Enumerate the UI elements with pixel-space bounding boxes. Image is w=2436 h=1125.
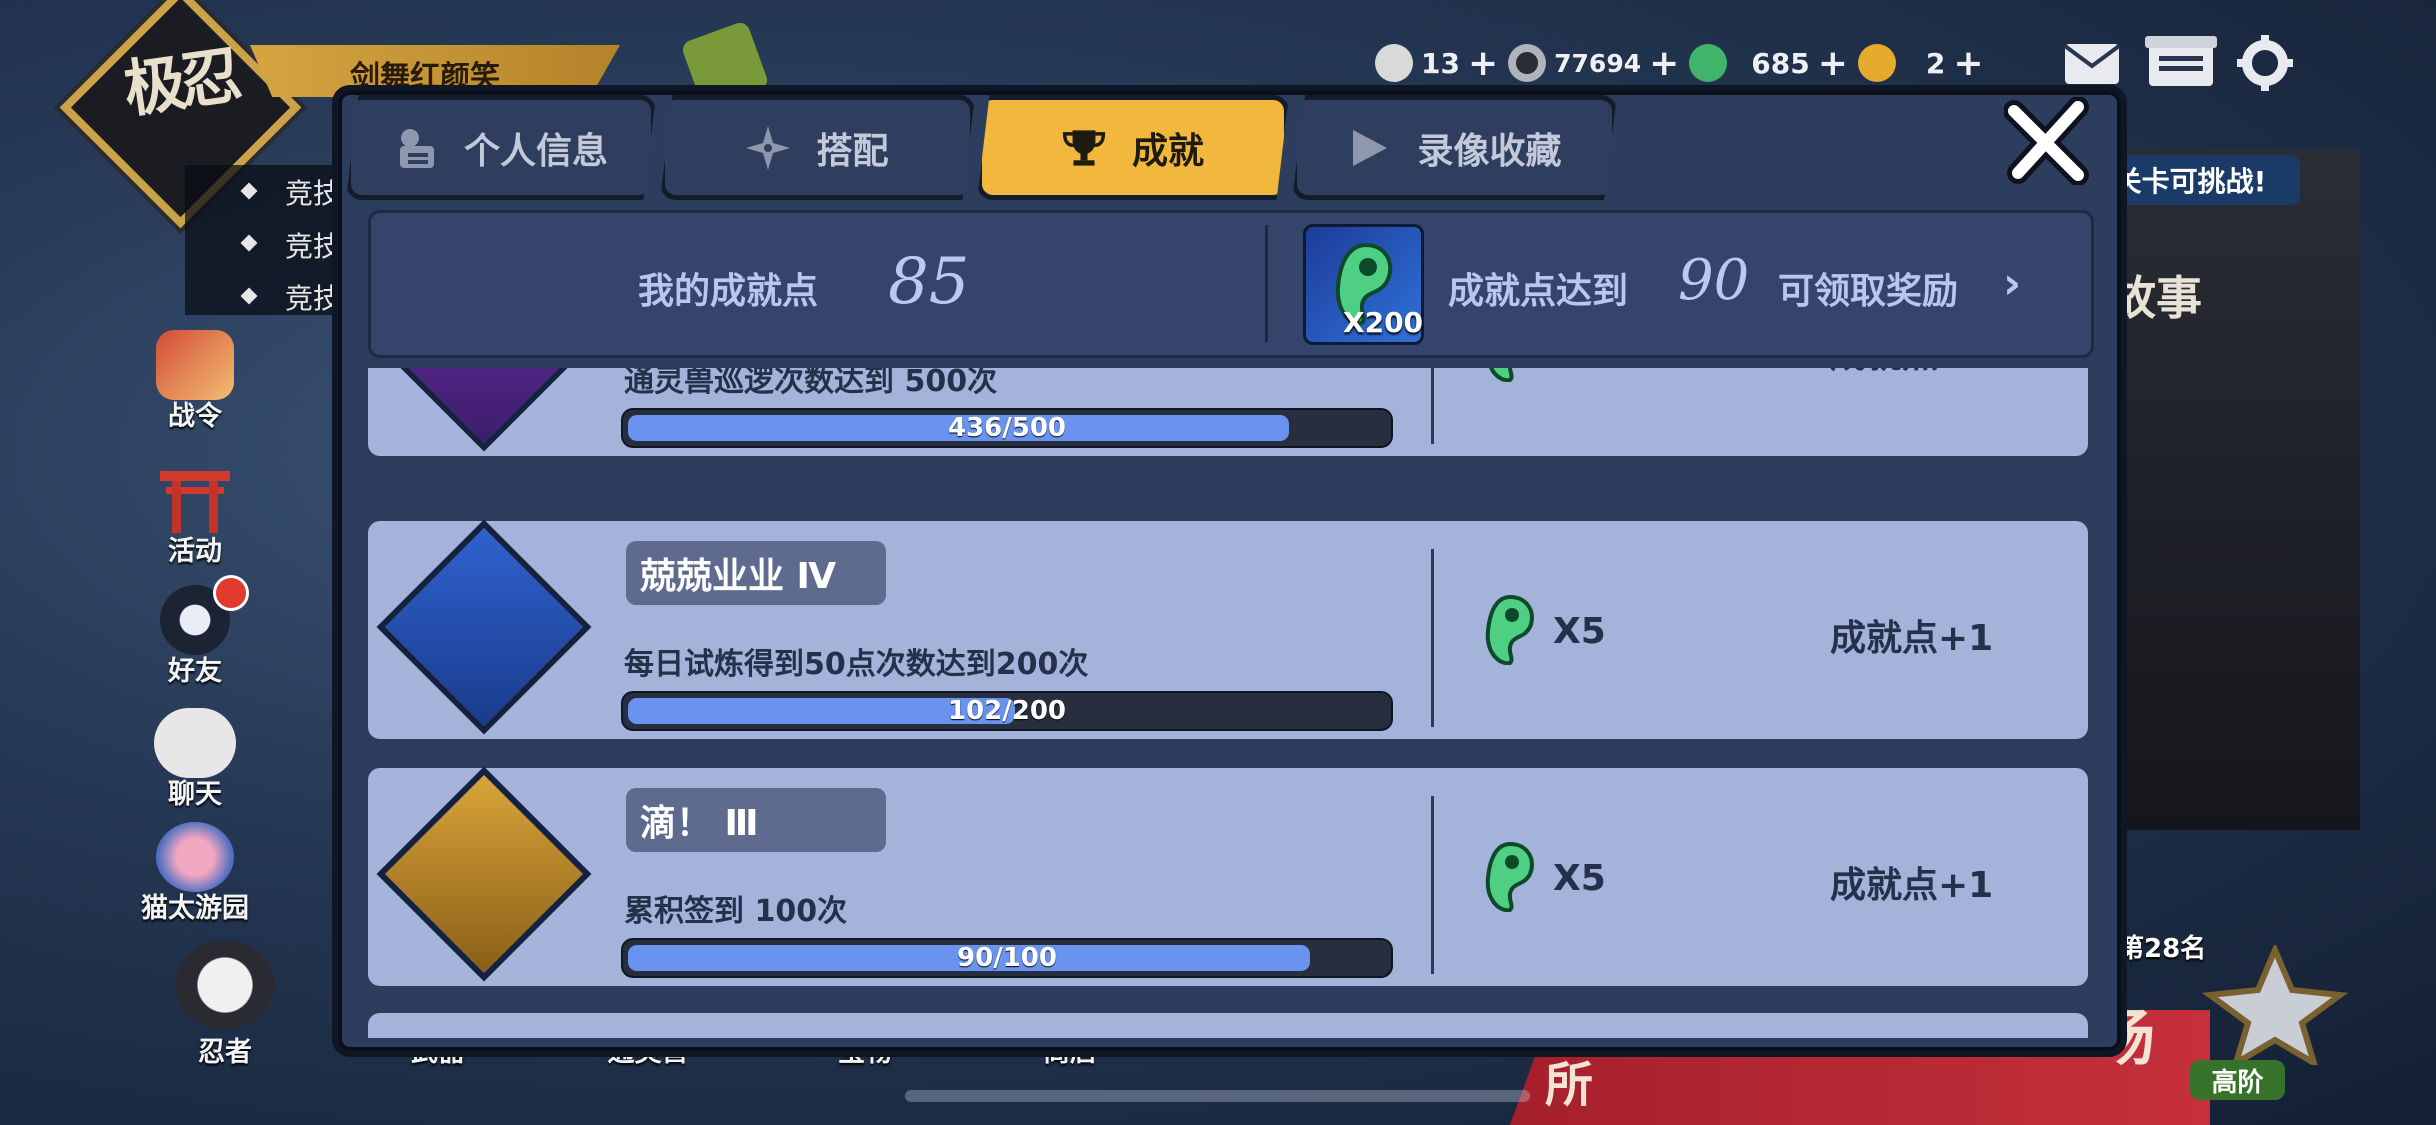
my-points-label: 我的成就点 bbox=[638, 271, 819, 312]
sidebar-item-cat-park[interactable]: 猫太游园 bbox=[125, 822, 265, 925]
list-item-partial bbox=[368, 1013, 2088, 1038]
progress-bar: 102/200 bbox=[621, 691, 1393, 731]
stamina-resource: 13 + bbox=[1375, 43, 1498, 84]
coin-icon bbox=[1508, 44, 1547, 82]
reward-qty: X5 bbox=[1553, 368, 1606, 369]
milestone-reward-qty: X200 bbox=[1343, 306, 1424, 339]
progress-text: 436/500 bbox=[947, 413, 1067, 443]
reward-qty: X5 bbox=[1553, 611, 1606, 652]
profile-card-icon bbox=[394, 126, 438, 170]
jade-magatama-icon bbox=[1485, 841, 1534, 912]
add-jade-button[interactable]: + bbox=[1818, 43, 1848, 84]
achievement-points: 成就点+1 bbox=[1830, 618, 1994, 659]
mail-icon[interactable] bbox=[2063, 42, 2121, 90]
achievement-row[interactable]: 兢兢业业 Ⅳ 每日试炼得到50点次数达到200次 102/200 X5 成就点+1 bbox=[368, 519, 2088, 739]
jade-magatama-icon bbox=[1488, 368, 1514, 382]
target-value: 90 bbox=[1678, 248, 1750, 313]
achievement-desc: 每日试炼得到50点次数达到200次 bbox=[624, 647, 1089, 682]
gear-icon[interactable] bbox=[2237, 35, 2293, 95]
claim-reward-link[interactable]: 可领取奖励 bbox=[1778, 262, 1958, 314]
add-stamina-button[interactable]: + bbox=[1468, 43, 1498, 84]
tab-replays[interactable]: 录像收藏 bbox=[1292, 95, 1617, 200]
tab-profile[interactable]: 个人信息 bbox=[346, 95, 656, 200]
sidebar-item-label: 猫太游园 bbox=[141, 893, 249, 924]
cat-park-icon bbox=[156, 822, 234, 892]
close-icon bbox=[2002, 95, 2092, 189]
sidebar-item-label: 好友 bbox=[168, 656, 222, 687]
sidebar-item-chat[interactable]: 聊天 bbox=[140, 708, 250, 811]
rank-badge: 高阶 bbox=[2190, 1060, 2285, 1100]
rank-star-icon bbox=[2200, 942, 2350, 1070]
ticket-resource: 2 + bbox=[1857, 43, 1984, 84]
achievement-list[interactable]: 通灵兽巡逻次数达到 500次 436/500 X5 成就点+1 兢兢业业 Ⅳ 每日试炼得到… bbox=[368, 368, 2088, 1038]
sidebar-item-battlepass[interactable]: 战令 bbox=[140, 330, 250, 433]
scroll-icon bbox=[156, 330, 234, 400]
gold-magatama-icon bbox=[1857, 44, 1896, 82]
achievement-row[interactable]: 滴！ Ⅲ 累积签到 100次 90/100 X5 成就点+1 bbox=[368, 766, 2088, 986]
notification-dot bbox=[213, 575, 249, 611]
scroll-indicator[interactable] bbox=[905, 1090, 1530, 1102]
nav-ninja[interactable]: 忍者 bbox=[155, 940, 295, 1069]
trophy-icon bbox=[1062, 126, 1106, 170]
my-points-value: 85 bbox=[888, 245, 970, 319]
announcement-icon[interactable] bbox=[2145, 34, 2217, 96]
coin-value: 77694 bbox=[1554, 48, 1642, 78]
sidebar-item-activity[interactable]: 活动 bbox=[140, 465, 250, 568]
summary-divider bbox=[1265, 225, 1268, 342]
chat-bubble-icon bbox=[154, 708, 236, 778]
fox-mask-icon bbox=[175, 940, 275, 1030]
row-divider bbox=[1431, 368, 1434, 444]
jade-value: 685 bbox=[1751, 46, 1810, 80]
progress-text: 90/100 bbox=[957, 943, 1057, 973]
close-button[interactable] bbox=[2000, 95, 2095, 190]
add-ticket-button[interactable]: + bbox=[1953, 43, 1983, 84]
jade-magatama-icon bbox=[1485, 594, 1534, 665]
achievement-row[interactable]: 通灵兽巡逻次数达到 500次 436/500 X5 成就点+1 bbox=[368, 368, 2088, 456]
nav-label: 忍者 bbox=[198, 1037, 252, 1068]
sidebar-item-friends[interactable]: 好友 bbox=[140, 575, 250, 688]
sidebar-item-label: 聊天 bbox=[168, 779, 222, 810]
play-icon bbox=[1347, 126, 1391, 170]
ticket-value: 2 bbox=[1925, 46, 1946, 80]
achievement-name: 滴！ Ⅲ bbox=[626, 788, 886, 852]
achievement-desc: 累积签到 100次 bbox=[624, 894, 848, 929]
sidebar-item-label: 战令 bbox=[168, 401, 222, 432]
rank-label: 第28名 bbox=[2118, 934, 2207, 964]
achievement-points: 成就点+1 bbox=[1830, 368, 1993, 378]
achievement-name: 兢兢业业 Ⅳ bbox=[626, 541, 886, 605]
achievement-badge-icon bbox=[376, 519, 592, 735]
add-coin-button[interactable]: + bbox=[1649, 43, 1679, 84]
tab-achievement[interactable]: 成就 bbox=[977, 95, 1289, 200]
chevron-right-icon[interactable]: › bbox=[2003, 258, 2021, 309]
torii-gate-icon bbox=[156, 465, 234, 535]
tab-label: 录像收藏 bbox=[1417, 130, 1562, 172]
tab-loadout[interactable]: 搭配 bbox=[660, 95, 975, 200]
tab-label: 成就 bbox=[1131, 130, 1204, 172]
progress-bar: 90/100 bbox=[621, 938, 1393, 978]
row-divider bbox=[1431, 549, 1434, 727]
tab-label: 搭配 bbox=[816, 130, 889, 172]
jade-icon bbox=[1689, 44, 1728, 82]
target-label: 成就点达到 bbox=[1448, 271, 1629, 312]
achievement-desc: 通灵兽巡逻次数达到 500次 bbox=[624, 368, 998, 399]
reward-qty: X5 bbox=[1553, 858, 1606, 899]
row-divider bbox=[1431, 796, 1434, 974]
jade-resource: 685 + bbox=[1689, 43, 1848, 84]
stamina-value: 13 bbox=[1421, 46, 1460, 80]
tab-label: 个人信息 bbox=[463, 130, 608, 172]
progress-text: 102/200 bbox=[947, 696, 1067, 726]
coin-resource: 77694 + bbox=[1508, 43, 1679, 84]
shuriken-icon bbox=[746, 125, 791, 170]
achievement-points: 成就点+1 bbox=[1830, 865, 1994, 906]
progress-bar: 436/500 bbox=[621, 408, 1393, 448]
resource-bar: 13 + 77694 + 685 + 2 + bbox=[1375, 35, 1994, 91]
rice-ball-icon bbox=[1375, 44, 1413, 82]
achievement-badge-icon bbox=[376, 766, 592, 982]
achievement-badge-icon bbox=[376, 368, 592, 452]
